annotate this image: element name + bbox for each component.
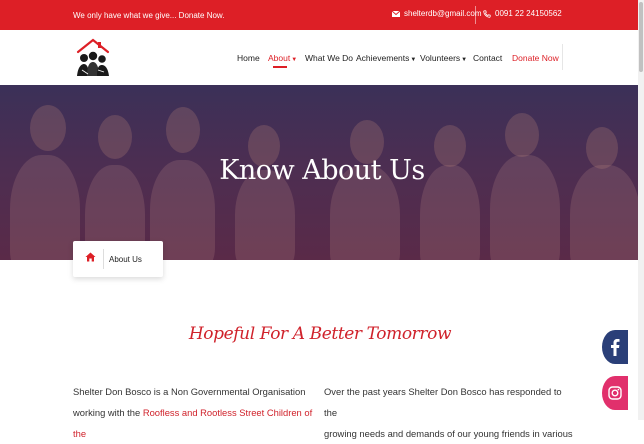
nav-volunteers-label: Volunteers <box>420 53 461 63</box>
phone-icon <box>483 9 491 18</box>
breadcrumb-current: About Us <box>109 255 142 264</box>
page-scrollbar[interactable] <box>638 0 644 420</box>
caret-down-icon: ▼ <box>291 57 298 63</box>
facebook-button[interactable] <box>602 330 628 364</box>
facebook-icon <box>611 339 620 356</box>
home-icon[interactable] <box>85 252 96 262</box>
nav-home[interactable]: Home <box>237 53 260 63</box>
breadcrumb: About Us <box>73 241 163 277</box>
caret-down-icon: ▼ <box>410 57 417 63</box>
paragraph-line: working with the Roofless and Rootless S… <box>73 402 323 444</box>
nav-donate-now[interactable]: Donate Now <box>512 53 559 63</box>
page-title: Know About Us <box>219 155 425 186</box>
main-nav: Home About▼ What We Do Achievements▼ Vol… <box>0 53 644 68</box>
donate-message[interactable]: We only have what we give... Donate Now. <box>73 11 225 20</box>
scrollbar-thumb[interactable] <box>639 2 643 72</box>
email-text: shelterdb@gmail.com <box>404 9 482 18</box>
instagram-icon <box>608 386 622 400</box>
nav-volunteers[interactable]: Volunteers▼ <box>420 53 467 63</box>
hero-photo-head <box>30 105 66 151</box>
breadcrumb-divider <box>103 249 104 269</box>
phone-text: 0091 22 24150562 <box>495 9 562 18</box>
section-heading: Hopeful For A Better Tomorrow <box>188 324 452 344</box>
nav-about-label: About <box>268 53 291 63</box>
intro-column-right: Over the past years Shelter Don Bosco ha… <box>324 381 574 444</box>
nav-achievements[interactable]: Achievements▼ <box>356 53 416 63</box>
hero-photo-head <box>98 115 132 159</box>
paragraph-line: Over the past years Shelter Don Bosco ha… <box>324 386 562 418</box>
caret-down-icon: ▼ <box>461 57 468 63</box>
intro-column-left: Shelter Don Bosco is a Non Governmental … <box>73 381 323 444</box>
envelope-icon <box>392 10 400 17</box>
nav-about[interactable]: About▼ <box>268 53 297 63</box>
nav-active-indicator <box>273 66 287 68</box>
phone-link[interactable]: 0091 22 24150562 <box>483 9 562 18</box>
hero-photo-head <box>166 107 200 153</box>
top-bar: We only have what we give... Donate Now.… <box>0 0 644 30</box>
paragraph-text: working with the <box>73 407 143 418</box>
instagram-button[interactable] <box>602 376 628 410</box>
hero-banner: Know About Us <box>0 85 644 260</box>
paragraph-line: growing needs and demands of our young f… <box>324 428 573 439</box>
nav-divider <box>562 44 563 70</box>
hero-photo-head <box>505 113 539 157</box>
nav-what-we-do[interactable]: What We Do <box>305 53 353 63</box>
nav-contact[interactable]: Contact <box>473 53 502 63</box>
topbar-divider <box>475 6 476 24</box>
email-link[interactable]: shelterdb@gmail.com <box>392 9 481 18</box>
paragraph-line: Shelter Don Bosco is a Non Governmental … <box>73 386 306 397</box>
nav-achievements-label: Achievements <box>356 53 410 63</box>
